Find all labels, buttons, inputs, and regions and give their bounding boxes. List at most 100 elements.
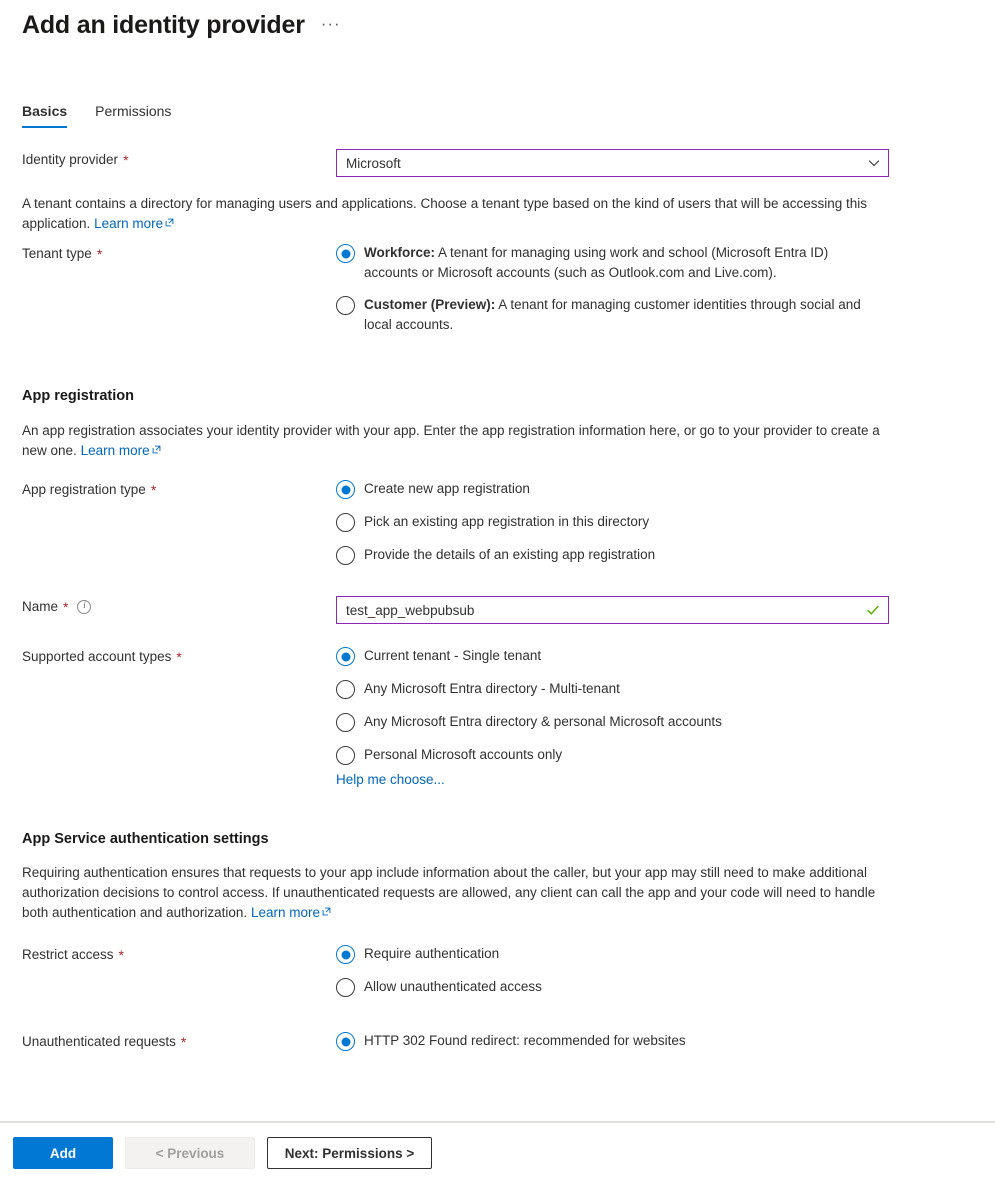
restrict-access-options: Require authentication Allow unauthentic… xyxy=(336,944,973,1004)
radio-label: Allow unauthenticated access xyxy=(364,979,542,994)
radio-label: Personal Microsoft accounts only xyxy=(364,747,563,762)
radio-label: Pick an existing app registration in thi… xyxy=(364,514,650,529)
radio-indicator[interactable] xyxy=(336,978,355,997)
radio-label: Any Microsoft Entra directory - Multi-te… xyxy=(364,681,620,696)
identity-provider-select[interactable]: Microsoft xyxy=(336,149,889,177)
radio-indicator[interactable] xyxy=(336,680,355,699)
radio-tenant-workforce[interactable]: Workforce: A tenant for managing using w… xyxy=(336,243,973,283)
radio-indicator[interactable] xyxy=(336,713,355,732)
radio-label-strong: Customer (Preview): xyxy=(364,297,496,312)
page-title: Add an identity provider xyxy=(22,11,305,39)
help-me-choose-link[interactable]: Help me choose... xyxy=(336,772,445,787)
radio-label: Require authentication xyxy=(364,946,500,961)
required-asterisk: * xyxy=(123,151,129,168)
tenant-type-label-text: Tenant type xyxy=(22,246,92,261)
radio-label: Current tenant - Single tenant xyxy=(364,648,542,663)
radio-label: Create new app registration xyxy=(364,481,530,496)
tenant-type-row: Tenant type * Workforce: A tenant for ma… xyxy=(22,243,973,342)
external-link-icon xyxy=(320,905,331,920)
app-registration-learn-more-link[interactable]: Learn more xyxy=(81,443,150,458)
radio-require-authentication[interactable]: Require authentication xyxy=(336,944,973,964)
radio-provide-details-app-registration[interactable]: Provide the details of an existing app r… xyxy=(336,545,973,565)
auth-settings-learn-more-link[interactable]: Learn more xyxy=(251,905,320,920)
restrict-access-label-text: Restrict access xyxy=(22,947,114,962)
supported-account-types-label: Supported account types * xyxy=(22,646,336,664)
app-registration-section-title: App registration xyxy=(22,388,134,404)
next-permissions-button[interactable]: Next: Permissions > xyxy=(267,1137,432,1169)
blade-scroll-region: Add an identity provider ··· Basics Perm… xyxy=(0,0,995,1122)
name-field: test_app_webpubsub xyxy=(336,596,973,624)
tenant-type-options: Workforce: A tenant for managing using w… xyxy=(336,243,973,342)
radio-indicator[interactable] xyxy=(336,513,355,532)
tab-basics[interactable]: Basics xyxy=(22,103,68,128)
unauthenticated-requests-label-text: Unauthenticated requests xyxy=(22,1034,176,1049)
tab-permissions[interactable]: Permissions xyxy=(95,103,171,128)
tenant-intro-text: A tenant contains a directory for managi… xyxy=(22,194,887,234)
radio-allow-unauthenticated-access[interactable]: Allow unauthenticated access xyxy=(336,977,973,997)
name-label: Name * i xyxy=(22,596,336,614)
previous-button[interactable]: < Previous xyxy=(125,1137,255,1169)
identity-provider-label-text: Identity provider xyxy=(22,152,119,167)
tab-list: Basics Permissions xyxy=(22,103,995,128)
radio-create-new-app-registration[interactable]: Create new app registration xyxy=(336,479,973,499)
radio-any-entra-and-personal[interactable]: Any Microsoft Entra directory & personal… xyxy=(336,712,973,732)
blade-footer: Add < Previous Next: Permissions > xyxy=(0,1122,995,1183)
radio-label: Workforce: A tenant for managing using w… xyxy=(364,243,864,283)
radio-label: HTTP 302 Found redirect: recommended for… xyxy=(364,1033,686,1048)
name-label-text: Name xyxy=(22,599,59,614)
auth-settings-description-text: Requiring authentication ensures that re… xyxy=(22,865,876,920)
radio-indicator[interactable] xyxy=(336,244,355,263)
name-input-value: test_app_webpubsub xyxy=(346,602,475,618)
restrict-access-label: Restrict access * xyxy=(22,944,336,962)
supported-account-types-options: Current tenant - Single tenant Any Micro… xyxy=(336,646,973,787)
radio-indicator[interactable] xyxy=(336,296,355,315)
required-asterisk: * xyxy=(150,481,157,498)
name-row: Name * i test_app_webpubsub xyxy=(22,596,973,624)
required-asterisk: * xyxy=(180,1033,187,1050)
app-registration-type-label-text: App registration type xyxy=(22,482,146,497)
radio-label: Provide the details of an existing app r… xyxy=(364,547,656,562)
radio-pick-existing-app-registration[interactable]: Pick an existing app registration in thi… xyxy=(336,512,973,532)
name-input[interactable]: test_app_webpubsub xyxy=(336,596,889,624)
radio-label: Customer (Preview): A tenant for managin… xyxy=(364,295,864,335)
radio-http-302-redirect[interactable]: HTTP 302 Found redirect: recommended for… xyxy=(336,1031,973,1051)
radio-label-strong: Workforce: xyxy=(364,245,436,260)
identity-provider-row: Identity provider * Microsoft xyxy=(22,149,973,177)
supported-account-types-label-text: Supported account types xyxy=(22,649,172,664)
radio-indicator[interactable] xyxy=(336,746,355,765)
add-button[interactable]: Add xyxy=(13,1137,113,1169)
restrict-access-row: Restrict access * Require authentication… xyxy=(22,944,973,1004)
app-registration-type-row: App registration type * Create new app r… xyxy=(22,479,973,572)
app-registration-type-label: App registration type * xyxy=(22,479,336,497)
radio-label: Any Microsoft Entra directory & personal… xyxy=(364,714,722,729)
blade-header: Add an identity provider ··· xyxy=(0,0,995,40)
more-options-icon[interactable]: ··· xyxy=(321,15,341,32)
radio-indicator[interactable] xyxy=(336,480,355,499)
auth-settings-section-title: App Service authentication settings xyxy=(22,831,269,847)
tenant-learn-more-link[interactable]: Learn more xyxy=(94,216,163,231)
radio-personal-accounts-only[interactable]: Personal Microsoft accounts only xyxy=(336,745,973,765)
radio-indicator[interactable] xyxy=(336,546,355,565)
app-registration-description: An app registration associates your iden… xyxy=(22,421,887,461)
radio-current-tenant-single[interactable]: Current tenant - Single tenant xyxy=(336,646,973,666)
required-asterisk: * xyxy=(63,598,69,615)
identity-provider-value: Microsoft xyxy=(346,155,401,171)
external-link-icon xyxy=(150,443,161,458)
info-icon[interactable]: i xyxy=(77,599,92,614)
supported-account-types-row: Supported account types * Current tenant… xyxy=(22,646,973,787)
auth-settings-description: Requiring authentication ensures that re… xyxy=(22,863,887,923)
unauthenticated-requests-row: Unauthenticated requests * HTTP 302 Foun… xyxy=(22,1031,973,1058)
app-registration-type-options: Create new app registration Pick an exis… xyxy=(336,479,973,572)
radio-indicator[interactable] xyxy=(336,1032,355,1051)
radio-indicator[interactable] xyxy=(336,945,355,964)
identity-provider-field: Microsoft xyxy=(336,149,973,177)
radio-indicator[interactable] xyxy=(336,647,355,666)
required-asterisk: * xyxy=(118,946,124,963)
chevron-down-icon[interactable] xyxy=(868,157,880,169)
tenant-type-label: Tenant type * xyxy=(22,243,336,261)
unauthenticated-requests-label: Unauthenticated requests * xyxy=(22,1031,336,1049)
required-asterisk: * xyxy=(176,648,182,665)
radio-any-entra-multi-tenant[interactable]: Any Microsoft Entra directory - Multi-te… xyxy=(336,679,973,699)
radio-tenant-customer[interactable]: Customer (Preview): A tenant for managin… xyxy=(336,295,973,335)
required-asterisk: * xyxy=(96,245,103,262)
